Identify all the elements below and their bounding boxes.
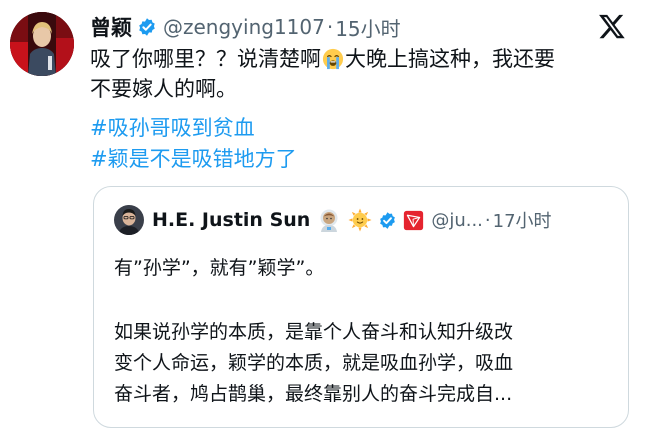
quoted-text-line: 奋斗者，鸠占鹊巢，最终靠别人的奋斗完成自... xyxy=(114,383,513,405)
tweet-text-line-1: 吸了你哪里？？说清楚啊 大晚上搞这种，我还要 xyxy=(90,44,630,74)
quoted-tweet-header: H.E. Justin Sun @ju... · 17小时 xyxy=(152,203,552,237)
tweet-header: 曾颖 @zengying1107 · 15小时 xyxy=(90,12,401,42)
x-logo-icon[interactable] xyxy=(598,12,626,40)
quoted-text-line: 如果说孙学的本质，是靠个人奋斗和认知升级改 xyxy=(114,321,514,343)
quoted-tweet-card[interactable]: H.E. Justin Sun @ju... · 17小时 有”孙学”，就有”颖… xyxy=(93,186,629,428)
quoted-text-line: 有”孙学”，就有”颖学”。 xyxy=(114,257,325,279)
quoted-text-line: 变个人命运，颖学的本质，就是吸血孙学，吸血 xyxy=(114,352,514,374)
separator-dot: · xyxy=(484,209,491,231)
verified-badge-icon xyxy=(139,18,155,36)
tweet-text-segment: 大晚上搞这种，我还要 xyxy=(345,47,555,71)
quoted-author-avatar[interactable] xyxy=(114,205,144,235)
quoted-tweet-timestamp[interactable]: 17小时 xyxy=(493,207,552,233)
quoted-author-handle[interactable]: @ju... xyxy=(431,210,483,231)
sun-face-emoji-icon xyxy=(348,208,372,232)
verified-badge-icon xyxy=(380,211,396,229)
quoted-author-avatar-image xyxy=(114,205,144,235)
quoted-tweet-text: 有”孙学”，就有”颖学”。 如果说孙学的本质，是靠个人奋斗和认知升级改 变个人命… xyxy=(114,253,619,410)
author-avatar[interactable] xyxy=(10,12,74,76)
tweet-text-segment: 吸了你哪里？？说清楚啊 xyxy=(90,47,321,71)
tweet-timestamp[interactable]: 15小时 xyxy=(335,13,400,42)
hashtag-link[interactable]: #吸孙哥吸到贫血 xyxy=(90,113,255,143)
tron-logo-badge-icon xyxy=(404,210,424,230)
tweet-text: 吸了你哪里？？说清楚啊 大晚上搞这种，我还要 不要嫁人的啊。 xyxy=(90,44,630,104)
quoted-author-name[interactable]: H.E. Justin Sun xyxy=(152,209,310,231)
author-handle[interactable]: @zengying1107 xyxy=(163,15,325,39)
loudly-crying-face-emoji-icon xyxy=(322,48,344,70)
astronaut-emoji-icon xyxy=(320,209,338,232)
separator-dot: · xyxy=(326,15,334,39)
tweet-text-line-2: 不要嫁人的啊。 xyxy=(90,77,237,101)
author-name[interactable]: 曾颖 xyxy=(90,12,132,42)
hashtag-link[interactable]: #颖是不是吸错地方了 xyxy=(90,144,297,174)
author-avatar-image xyxy=(10,12,74,76)
